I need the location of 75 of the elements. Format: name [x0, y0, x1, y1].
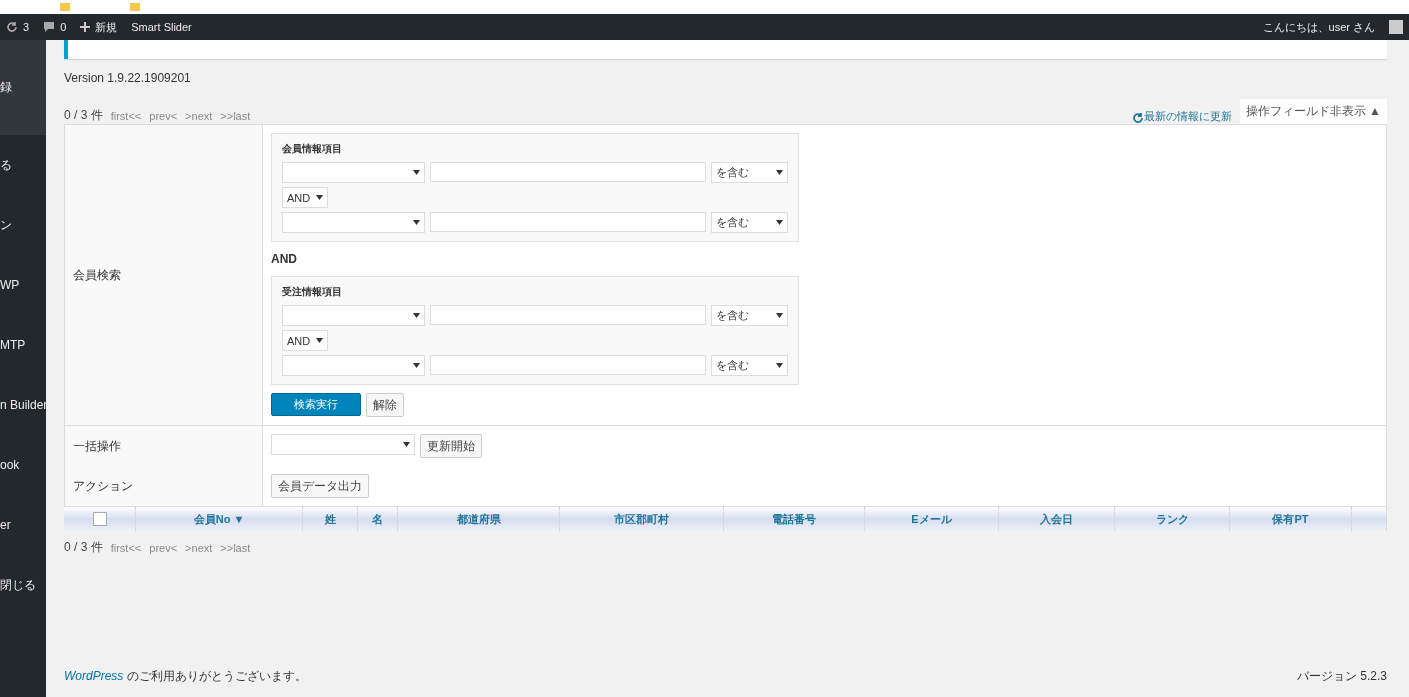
caret-icon [776, 363, 783, 368]
input-field[interactable] [429, 305, 706, 325]
column-header[interactable]: Eメール [865, 507, 999, 531]
folder-icon[interactable] [60, 3, 70, 11]
column-header[interactable]: 名 [358, 507, 398, 531]
plus-icon[interactable] [80, 22, 91, 32]
reset-button[interactable]: 解除 [366, 393, 404, 417]
sidebar-item[interactable]: 録 [0, 40, 46, 135]
dropdown[interactable] [282, 305, 425, 326]
sidebar-item[interactable]: 閉じる [0, 555, 46, 615]
new-menu[interactable]: 新規 [95, 19, 118, 35]
version-text: Version 1.9.22.1909201 [64, 71, 192, 85]
export-button[interactable]: 会員データ出力 [271, 474, 369, 498]
sidebar-item[interactable]: ン [0, 195, 46, 255]
avatar-icon[interactable] [1389, 20, 1403, 34]
search-button[interactable]: 検索実行 [271, 393, 361, 416]
column-header[interactable]: 都道府県 [398, 507, 560, 531]
group-title: 受注情報項目 [282, 285, 343, 299]
sidebar-item[interactable]: る [0, 135, 46, 195]
start-update-button[interactable]: 更新開始 [420, 434, 482, 458]
greeting[interactable]: こんにちは、user さん [1262, 19, 1375, 35]
dropdown[interactable] [271, 434, 415, 455]
dropdown[interactable]: を含む [710, 355, 788, 376]
row-label: アクション [73, 477, 133, 495]
row-label: 会員検索 [73, 266, 121, 284]
caret-icon [316, 338, 323, 343]
caret-icon [412, 313, 420, 318]
column-header[interactable]: 保有PT [1230, 507, 1352, 531]
caret-icon [412, 170, 420, 175]
column-header[interactable]: 会員No ▼ [136, 507, 303, 531]
column-header[interactable]: 市区郡町村 [560, 507, 724, 531]
column-header[interactable]: 入会日 [999, 507, 1115, 531]
input-field[interactable] [429, 212, 706, 232]
column-header[interactable]: 電話番号 [724, 507, 865, 531]
and-label: AND [271, 252, 298, 266]
dropdown[interactable] [282, 355, 425, 376]
dropdown[interactable]: を含む [710, 162, 788, 183]
refresh-icon[interactable] [6, 21, 18, 33]
input-field[interactable] [429, 355, 706, 375]
dropdown[interactable] [282, 162, 425, 183]
dropdown[interactable]: AND [282, 330, 328, 351]
sidebar-item[interactable]: er [0, 495, 46, 555]
caret-icon [776, 170, 783, 175]
caret-icon [412, 220, 420, 225]
wordpress-link[interactable]: WordPress [64, 669, 124, 683]
folder-icon[interactable] [130, 3, 140, 11]
version-footer: バージョン 5.2.3 [1296, 668, 1387, 685]
footer-text: WordPress のご利用ありがとうございます。 [64, 668, 307, 685]
toggle-tab[interactable]: 操作フィールド非表示 ▲ [1239, 99, 1387, 124]
comment-icon[interactable] [43, 21, 56, 33]
sidebar-item[interactable]: WP [0, 255, 46, 315]
caret-icon [776, 220, 783, 225]
result-count: 0 / 3 件 [64, 539, 103, 556]
comment-count[interactable]: 0 [60, 21, 67, 33]
group-title: 会員情報項目 [282, 142, 343, 156]
caret-icon [412, 363, 420, 368]
sidebar-item[interactable]: ook [0, 435, 46, 495]
sidebar-item[interactable]: MTP [0, 315, 46, 375]
result-count: 0 / 3 件 [64, 107, 103, 124]
refresh-icon[interactable] [1131, 112, 1144, 124]
caret-icon [776, 313, 783, 318]
dropdown[interactable]: AND [282, 187, 328, 208]
row-label: 一括操作 [73, 437, 121, 455]
plugin-menu[interactable]: Smart Slider [131, 21, 192, 33]
column-header[interactable]: 姓 [303, 507, 358, 531]
update-count[interactable]: 3 [23, 21, 30, 33]
dropdown[interactable]: を含む [710, 305, 788, 326]
dropdown[interactable]: を含む [710, 212, 788, 233]
column-header[interactable]: ランク [1115, 507, 1230, 531]
input-field[interactable] [429, 162, 706, 182]
select-all-checkbox[interactable] [92, 512, 107, 526]
caret-icon [403, 442, 410, 447]
dropdown[interactable] [282, 212, 425, 233]
caret-icon [316, 195, 323, 200]
refresh-link[interactable]: 最新の情報に更新 [1143, 109, 1232, 124]
